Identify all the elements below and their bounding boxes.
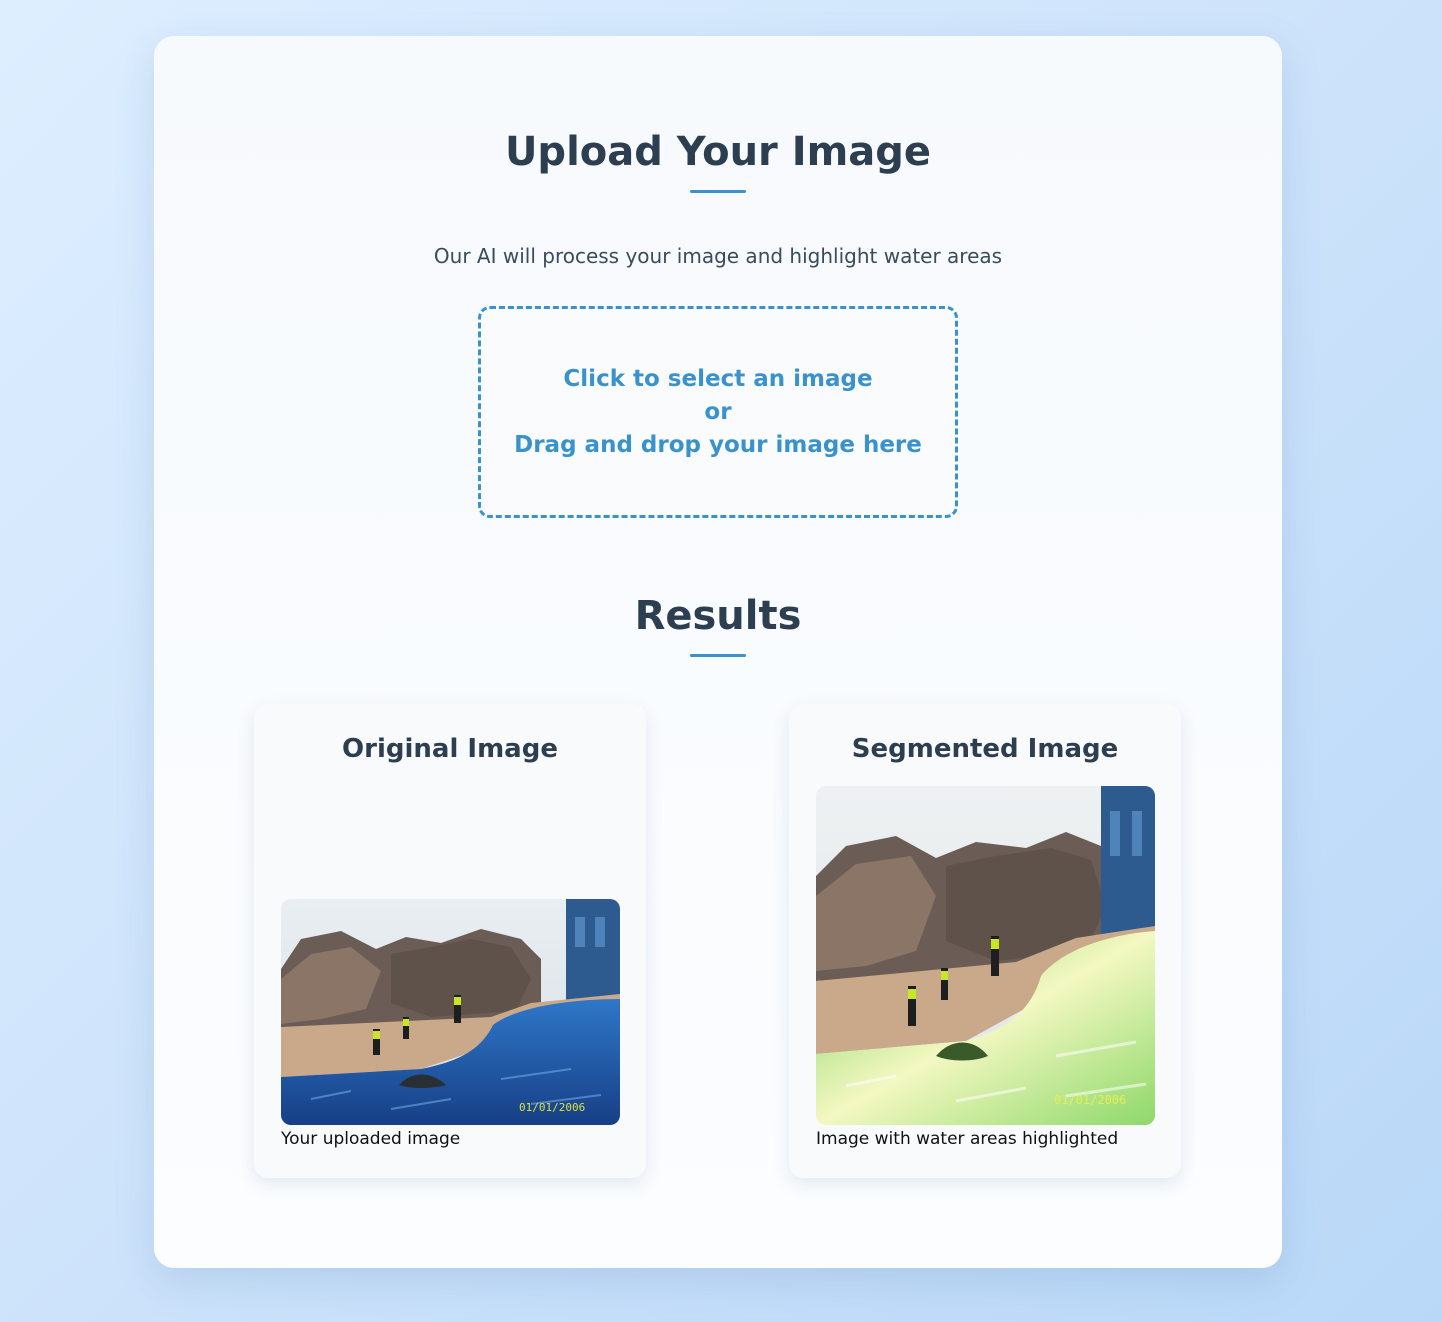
original-image-card: Original Image 01/01/2006 Your uploaded …	[254, 704, 646, 1178]
upload-subtitle: Our AI will process your image and highl…	[433, 244, 1003, 268]
dropzone-select-text[interactable]: Click to select an image	[563, 363, 872, 396]
upload-title-underline	[690, 190, 746, 193]
segmented-image-card: Segmented Image 01/01/2006 Image with wa…	[789, 704, 1181, 1178]
segmented-photo: 01/01/2006	[816, 786, 1155, 1125]
upload-title: Upload Your Image	[504, 129, 932, 175]
results-title: Results	[634, 593, 802, 639]
original-photo: 01/01/2006	[281, 899, 620, 1125]
dropzone-drag-text: Drag and drop your image here	[514, 431, 922, 458]
original-image-title: Original Image	[342, 734, 558, 764]
segmented-image-title: Segmented Image	[851, 734, 1119, 764]
results-title-underline	[690, 654, 746, 657]
svg-text:01/01/2006: 01/01/2006	[1054, 1093, 1126, 1107]
original-image-caption: Your uploaded image	[281, 1129, 461, 1149]
segmented-image: 01/01/2006	[816, 786, 1155, 1125]
svg-text:01/01/2006: 01/01/2006	[519, 1101, 585, 1114]
segmented-image-caption: Image with water areas highlighted	[816, 1129, 1119, 1149]
main-card: Upload Your Image Our AI will process yo…	[154, 36, 1282, 1268]
dropzone-or-text: or	[704, 398, 732, 425]
image-dropzone[interactable]: Click to select an image or Drag and dro…	[478, 306, 958, 518]
original-image: 01/01/2006	[281, 899, 620, 1125]
